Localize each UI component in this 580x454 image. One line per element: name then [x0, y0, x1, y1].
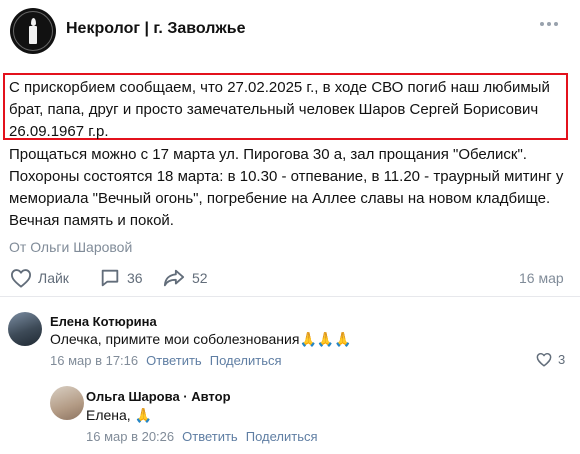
like-label: Лайк — [38, 270, 69, 286]
divider — [0, 296, 580, 297]
pray-emoji: 🙏🙏🙏 — [299, 332, 352, 348]
share-reply-button[interactable]: Поделиться — [246, 429, 318, 444]
comments-count: 36 — [127, 270, 143, 286]
group-avatar[interactable] — [10, 8, 56, 54]
candle-icon — [29, 26, 37, 44]
comment-like-count: 3 — [558, 352, 566, 367]
reply-meta: 16 мар в 20:26 Ответить Поделиться — [86, 429, 318, 444]
post-body: Прощаться можно с 17 марта ул. Пирогова … — [9, 146, 564, 229]
reply-text-body: Елена, — [86, 407, 131, 423]
more-icon[interactable] — [540, 22, 558, 26]
like-button[interactable]: Лайк — [10, 262, 69, 294]
comment-text-body: Олечка, примите мои соболезнования — [50, 331, 300, 347]
post-author-link[interactable]: От Ольги Шаровой — [9, 239, 132, 255]
heart-icon — [536, 352, 552, 367]
comment-meta: 16 мар в 17:16 Ответить Поделиться — [50, 353, 282, 368]
reply-author-avatar[interactable] — [50, 386, 84, 420]
group-title[interactable]: Некролог | г. Заволжье — [66, 20, 245, 38]
reply-time[interactable]: 16 мар в 20:26 — [86, 429, 174, 444]
post-date[interactable]: 16 мар — [519, 270, 564, 286]
reply-text: Елена, 🙏 — [86, 407, 152, 424]
comment-author-name[interactable]: Елена Котюрина — [50, 314, 157, 329]
comment-icon — [101, 269, 119, 287]
share-icon — [163, 269, 185, 287]
comment-time[interactable]: 16 мар в 17:16 — [50, 353, 138, 368]
reply-author-name[interactable]: Ольга Шарова · Автор — [86, 389, 231, 404]
reply-button[interactable]: Ответить — [146, 353, 202, 368]
comment-button[interactable]: 36 — [99, 262, 143, 294]
commenter-avatar[interactable] — [8, 312, 42, 346]
shares-count: 52 — [192, 270, 208, 286]
post-actions: Лайк 36 52 — [0, 262, 580, 294]
highlight-text: С прискорбием сообщаем, что 27.02.2025 г… — [9, 79, 550, 140]
share-button[interactable]: 52 — [162, 262, 208, 294]
share-comment-button[interactable]: Поделиться — [210, 353, 282, 368]
comment-text: Олечка, примите мои соболезнования🙏🙏🙏 — [50, 331, 352, 348]
comment-like-button[interactable]: 3 — [536, 352, 565, 367]
reply-button[interactable]: Ответить — [182, 429, 238, 444]
candle-flame-icon — [31, 18, 36, 26]
post-header: Некролог | г. Заволжье — [0, 0, 580, 62]
highlighted-text-box: С прискорбием сообщаем, что 27.02.2025 г… — [3, 73, 568, 140]
heart-icon — [11, 269, 31, 288]
pray-emoji: 🙏 — [134, 408, 153, 424]
